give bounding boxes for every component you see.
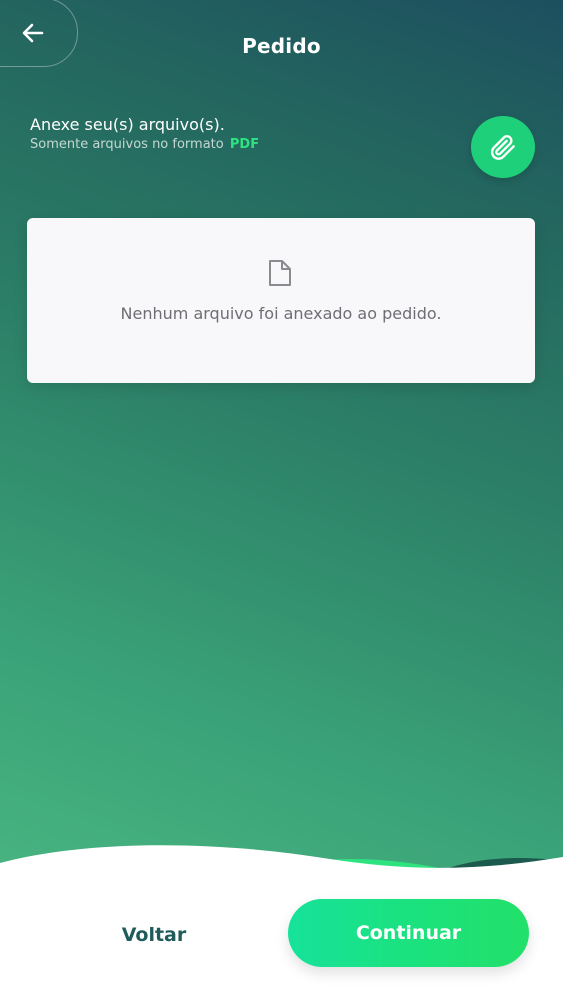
- page-title: Pedido: [242, 34, 321, 58]
- paperclip-icon: [490, 135, 515, 160]
- empty-files-message: Nenhum arquivo foi anexado ao pedido.: [120, 304, 442, 323]
- attach-file-button[interactable]: [471, 116, 535, 178]
- order-screen: Pedido Anexe seu(s) arquivo(s). Somente …: [0, 0, 563, 1000]
- attach-subtitle-text: Somente arquivos no formato: [30, 137, 224, 152]
- pdf-format-label: PDF: [229, 137, 260, 152]
- back-text-button[interactable]: Voltar: [104, 918, 204, 952]
- attached-files-card: Nenhum arquivo foi anexado ao pedido.: [27, 218, 535, 383]
- attach-heading: Anexe seu(s) arquivo(s).: [30, 115, 225, 134]
- file-icon: [269, 260, 291, 286]
- continue-button[interactable]: Continuar: [288, 899, 529, 967]
- attach-subtitle: Somente arquivos no formato PDF: [30, 137, 259, 152]
